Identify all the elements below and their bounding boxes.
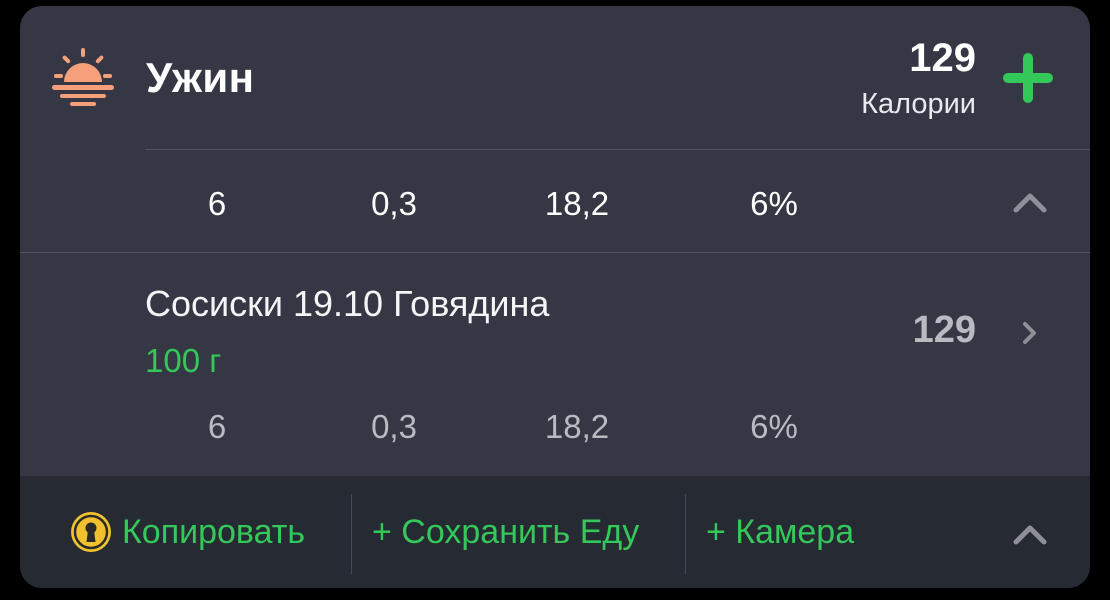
plus-icon xyxy=(1003,53,1053,103)
summary-macro-4: 6% xyxy=(750,185,798,222)
meal-header: Ужин 129 Калории xyxy=(20,6,1090,151)
summary-macro-3: 18,2 xyxy=(544,185,610,222)
toolbar-separator xyxy=(351,494,352,574)
food-calories: 129 xyxy=(912,309,976,351)
food-macro-3: 18,2 xyxy=(544,408,610,445)
chevron-up-icon xyxy=(1013,193,1047,213)
food-macro-2: 0,3 xyxy=(371,408,417,445)
sunset-icon xyxy=(52,48,114,106)
save-food-button[interactable]: + Сохранить Еду xyxy=(372,476,639,588)
camera-label: + Камера xyxy=(706,512,855,551)
meal-title: Ужин xyxy=(146,54,255,101)
toolbar-separator xyxy=(685,494,686,574)
chevron-up-icon xyxy=(1013,525,1047,545)
food-macro-1: 6 xyxy=(207,408,227,445)
divider xyxy=(145,149,1090,150)
lock-icon xyxy=(71,512,111,552)
save-food-label: + Сохранить Еду xyxy=(372,512,640,551)
summary-macro-2: 0,3 xyxy=(371,185,417,222)
copy-label: Копировать xyxy=(122,512,306,551)
add-food-button[interactable] xyxy=(1000,50,1056,106)
chevron-right-icon xyxy=(1023,322,1036,344)
summary-macro-1: 6 xyxy=(207,185,227,222)
meal-card: Ужин 129 Калории 6 0,3 18,2 6% Сосиски 1… xyxy=(20,6,1090,588)
meal-macros-summary: 6 0,3 18,2 6% xyxy=(20,152,1090,252)
collapse-toolbar-button[interactable] xyxy=(1010,520,1050,550)
food-list-item[interactable]: Сосиски 19.10 Говядина 100 г 129 6 0,3 1… xyxy=(20,253,1090,477)
food-name: Сосиски 19.10 Говядина xyxy=(145,283,550,324)
meal-footer-toolbar: Копировать + Сохранить Еду + Камера xyxy=(20,476,1090,588)
food-macro-4: 6% xyxy=(750,408,798,445)
camera-button[interactable]: + Камера xyxy=(706,476,854,588)
meal-calories-label: Калории xyxy=(861,88,976,120)
collapse-summary-button[interactable] xyxy=(1010,188,1050,218)
meal-calories-value: 129 xyxy=(909,36,976,80)
food-portion: 100 г xyxy=(145,342,222,379)
copy-button[interactable]: Копировать xyxy=(70,476,305,588)
